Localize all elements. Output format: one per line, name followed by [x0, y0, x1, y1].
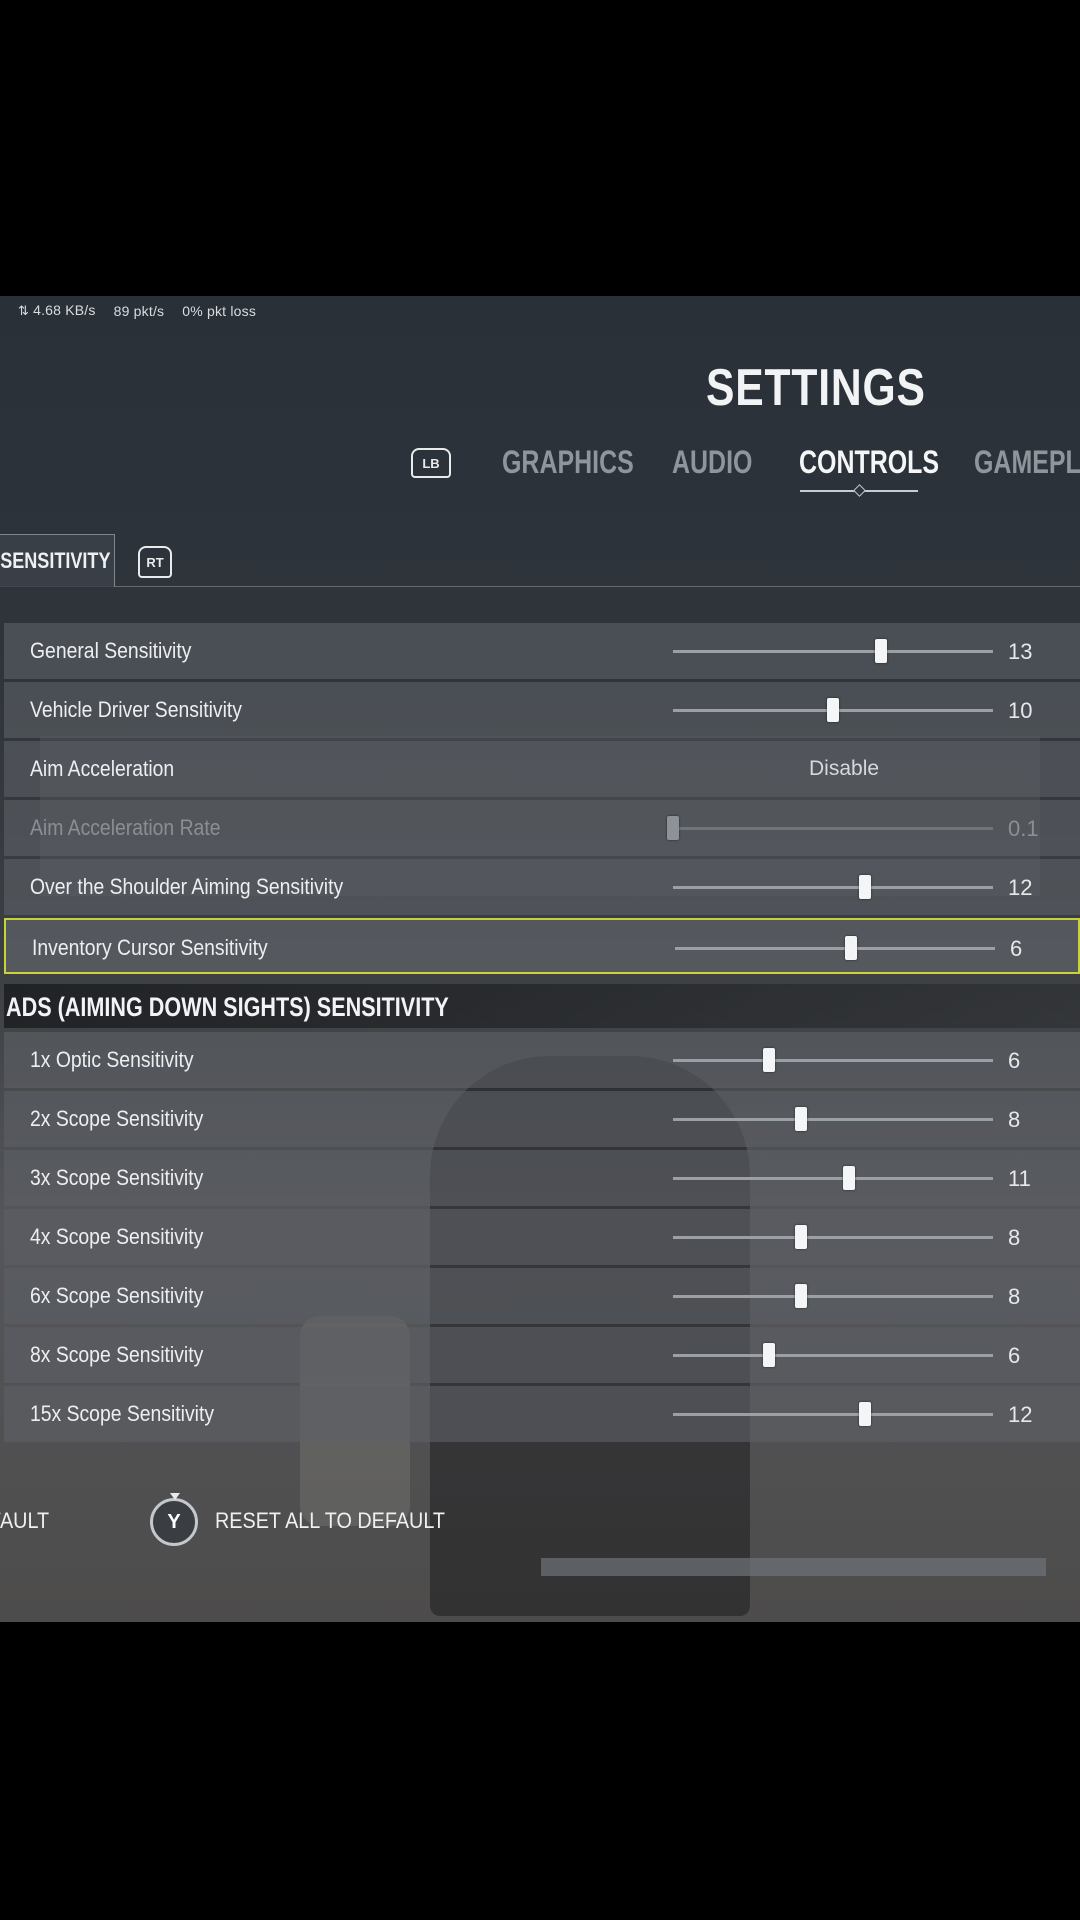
setting-value: 8: [1008, 1107, 1021, 1132]
rt-button-icon[interactable]: RT: [138, 546, 172, 578]
slider-handle[interactable]: [795, 1284, 807, 1308]
game-screen: ⇅ 4.68 KB/s 89 pkt/s 0% pkt loss SETTINGS…: [0, 296, 1080, 1622]
slider-track[interactable]: [673, 1177, 993, 1180]
slider-track[interactable]: [673, 1059, 993, 1062]
setting-value: 6: [1008, 1343, 1021, 1368]
setting-value: 11: [1008, 1166, 1031, 1191]
setting-label: Over the Shoulder Aiming Sensitivity: [30, 874, 344, 899]
slider-track[interactable]: [673, 1354, 993, 1357]
setting-row[interactable]: 15x Scope Sensitivity 12: [4, 1386, 1080, 1442]
tab-gameplay[interactable]: GAMEPLAY: [974, 444, 1080, 481]
slider-handle[interactable]: [763, 1343, 775, 1367]
slider-handle[interactable]: [795, 1225, 807, 1249]
subtab-sensitivity[interactable]: SENSITIVITY: [0, 534, 115, 587]
tab-graphics[interactable]: GRAPHICS: [502, 444, 634, 481]
slider-handle[interactable]: [827, 698, 839, 722]
network-arrows-icon: ⇅: [18, 303, 30, 318]
slider-handle[interactable]: [763, 1048, 775, 1072]
setting-value: 6: [1008, 1048, 1021, 1073]
setting-label: 3x Scope Sensitivity: [30, 1165, 204, 1190]
setting-row[interactable]: 6x Scope Sensitivity 8: [4, 1268, 1080, 1324]
setting-label: Vehicle Driver Sensitivity: [30, 697, 242, 722]
setting-row[interactable]: Inventory Cursor Sensitivity 6: [4, 918, 1080, 974]
setting-value: 0.1: [1008, 816, 1039, 841]
setting-row[interactable]: Aim Acceleration Rate 0.1: [4, 800, 1080, 856]
active-tab-marker: [853, 484, 866, 497]
setting-label: 2x Scope Sensitivity: [30, 1106, 204, 1131]
reset-all-to-default-button[interactable]: RESET ALL TO DEFAULT: [215, 1508, 445, 1534]
setting-label: 8x Scope Sensitivity: [30, 1342, 204, 1367]
setting-label: Aim Acceleration: [30, 756, 175, 781]
slider-track[interactable]: [675, 947, 995, 950]
network-stats: ⇅ 4.68 KB/s 89 pkt/s 0% pkt loss: [18, 302, 256, 319]
footer-actions: RESET TO DEFAULT Y RESET ALL TO DEFAULT: [0, 1493, 1080, 1550]
setting-row[interactable]: Over the Shoulder Aiming Sensitivity 12: [4, 859, 1080, 915]
setting-row[interactable]: Aim Acceleration Disable: [4, 741, 1080, 797]
network-packets: 89 pkt/s: [113, 302, 165, 319]
setting-row[interactable]: General Sensitivity 13: [4, 623, 1080, 679]
setting-option-value[interactable]: Disable: [809, 757, 879, 781]
setting-value: 12: [1008, 1402, 1033, 1427]
page-title: SETTINGS: [706, 359, 926, 417]
slider-track[interactable]: [673, 1413, 993, 1416]
y-button-icon[interactable]: Y: [150, 1493, 198, 1546]
setting-label: 4x Scope Sensitivity: [30, 1224, 204, 1249]
setting-row[interactable]: 8x Scope Sensitivity 6: [4, 1327, 1080, 1383]
setting-label: 1x Optic Sensitivity: [30, 1047, 194, 1072]
subtab-sensitivity-label: SENSITIVITY: [0, 548, 110, 573]
setting-row[interactable]: 4x Scope Sensitivity 8: [4, 1209, 1080, 1265]
tab-controls[interactable]: CONTROLS: [799, 444, 939, 481]
setting-value: 8: [1008, 1225, 1021, 1250]
ads-section-header: ADS (AIMING DOWN SIGHTS) SENSITIVITY: [4, 984, 1080, 1028]
slider-track[interactable]: [673, 827, 993, 830]
slider-handle[interactable]: [859, 875, 871, 899]
setting-value: 8: [1008, 1284, 1021, 1309]
setting-label: 6x Scope Sensitivity: [30, 1283, 204, 1308]
setting-row[interactable]: Vehicle Driver Sensitivity 10: [4, 682, 1080, 738]
ads-section-title: ADS (AIMING DOWN SIGHTS) SENSITIVITY: [6, 992, 449, 1022]
setting-row[interactable]: 3x Scope Sensitivity 11: [4, 1150, 1080, 1206]
setting-value: 6: [1010, 936, 1023, 961]
slider-handle[interactable]: [843, 1166, 855, 1190]
slider-handle[interactable]: [667, 816, 679, 840]
setting-label: General Sensitivity: [30, 638, 192, 663]
network-speed: ⇅ 4.68 KB/s: [18, 302, 96, 318]
network-loss: 0% pkt loss: [182, 302, 257, 319]
horizontal-scrollbar[interactable]: [541, 1558, 1046, 1576]
tab-audio[interactable]: AUDIO: [672, 444, 752, 481]
slider-handle[interactable]: [845, 936, 857, 960]
main-tabs: LB GRAPHICS AUDIO CONTROLS GAMEPLAY: [0, 444, 1080, 498]
slider-handle[interactable]: [859, 1402, 871, 1426]
slider-track[interactable]: [673, 1236, 993, 1239]
setting-value: 12: [1008, 875, 1033, 900]
reset-to-default-button[interactable]: RESET TO DEFAULT: [0, 1508, 49, 1534]
lb-button-icon[interactable]: LB: [411, 448, 451, 478]
slider-handle[interactable]: [795, 1107, 807, 1131]
setting-label: Aim Acceleration Rate: [30, 815, 221, 840]
slider-track[interactable]: [673, 1118, 993, 1121]
setting-label: 15x Scope Sensitivity: [30, 1401, 215, 1426]
setting-row[interactable]: 1x Optic Sensitivity 6: [4, 1032, 1080, 1088]
slider-track[interactable]: [673, 1295, 993, 1298]
setting-row[interactable]: 2x Scope Sensitivity 8: [4, 1091, 1080, 1147]
slider-handle[interactable]: [875, 639, 887, 663]
slider-track[interactable]: [673, 650, 993, 653]
setting-value: 10: [1008, 698, 1033, 723]
slider-track[interactable]: [673, 886, 993, 889]
setting-value: 13: [1008, 639, 1033, 664]
setting-label: Inventory Cursor Sensitivity: [32, 935, 268, 960]
sub-tabs: SENSITIVITY RT: [0, 534, 1080, 587]
